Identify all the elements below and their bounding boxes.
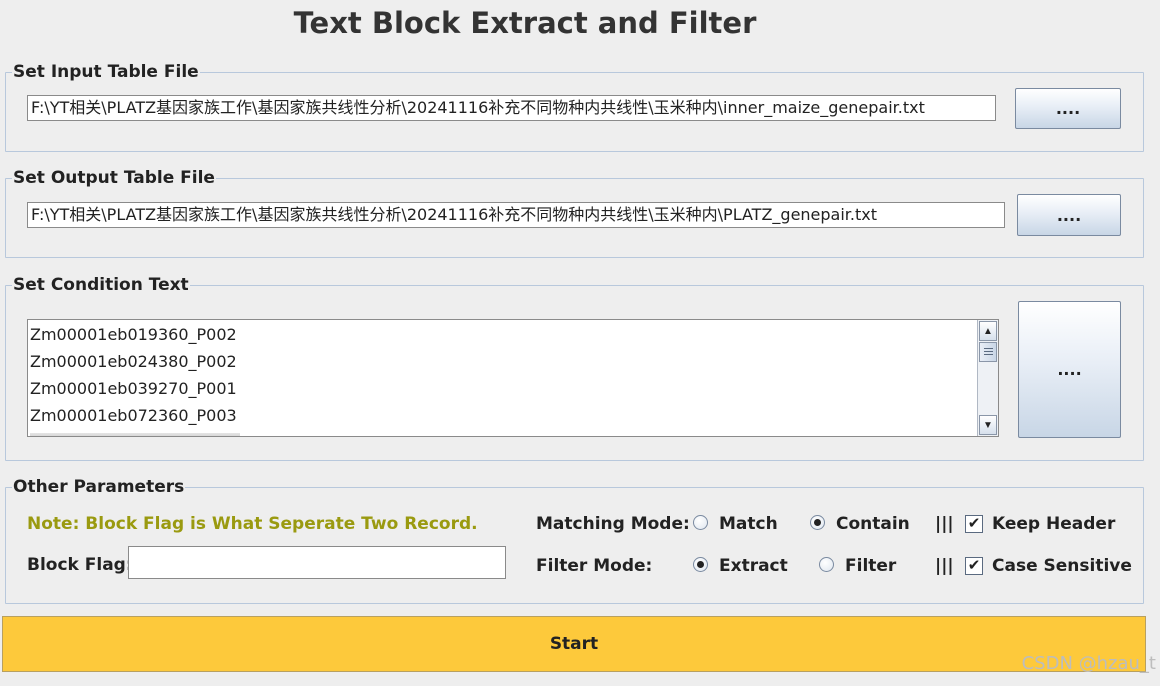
case-sensitive-label[interactable]: Case Sensitive <box>992 556 1132 576</box>
condition-text-area[interactable]: Zm00001eb019360_P002 Zm00001eb024380_P00… <box>27 319 999 437</box>
filter-radio-label[interactable]: Filter <box>845 556 896 576</box>
filter-mode-label: Filter Mode: <box>536 556 653 576</box>
filter-radio[interactable] <box>819 557 834 572</box>
scroll-thumb[interactable] <box>979 342 997 362</box>
condition-text-legend: Set Condition Text <box>13 275 189 295</box>
matching-mode-label: Matching Mode: <box>536 514 690 534</box>
case-sensitive-checkbox[interactable]: ✔ <box>965 557 983 575</box>
start-button[interactable]: Start <box>2 616 1146 672</box>
output-file-legend: Set Output Table File <box>13 168 215 188</box>
condition-scrollbar[interactable]: ▲ ▼ <box>977 320 998 436</box>
condition-line: Zm00001eb072360_P003 <box>30 406 237 425</box>
output-browse-button[interactable]: .... <box>1017 194 1121 236</box>
condition-line: Zm00001eb019360_P002 <box>30 325 237 344</box>
other-parameters-legend: Other Parameters <box>13 477 185 497</box>
extract-radio-label[interactable]: Extract <box>719 556 788 576</box>
block-flag-note: Note: Block Flag is What Seperate Two Re… <box>27 514 478 534</box>
input-browse-button[interactable]: .... <box>1015 88 1121 129</box>
contain-radio[interactable] <box>810 515 825 530</box>
output-file-path-field[interactable]: F:\YT相关\PLATZ基因家族工作\基因家族共线性分析\20241116补充… <box>27 202 1005 228</box>
keep-header-label[interactable]: Keep Header <box>992 514 1115 534</box>
scroll-up-arrow-icon[interactable]: ▲ <box>979 321 997 341</box>
block-flag-input[interactable] <box>128 546 506 579</box>
input-file-path-field[interactable]: F:\YT相关\PLATZ基因家族工作\基因家族共线性分析\20241116补充… <box>27 95 996 121</box>
match-radio-label[interactable]: Match <box>719 514 778 534</box>
extract-radio[interactable] <box>693 557 708 572</box>
block-flag-label: Block Flag: <box>27 555 133 575</box>
condition-browse-button[interactable]: .... <box>1018 301 1121 438</box>
separator: ||| <box>935 514 954 534</box>
app-title: Text Block Extract and Filter <box>293 6 757 40</box>
keep-header-checkbox[interactable]: ✔ <box>965 515 983 533</box>
condition-line-partial <box>30 433 240 436</box>
match-radio[interactable] <box>693 515 708 530</box>
watermark: CSDN @hzau_t <box>1021 653 1156 674</box>
scroll-down-arrow-icon[interactable]: ▼ <box>979 415 997 435</box>
input-file-legend: Set Input Table File <box>13 62 199 82</box>
condition-line: Zm00001eb024380_P002 <box>30 352 237 371</box>
separator: ||| <box>935 556 954 576</box>
other-parameters-section: Other Parameters <box>5 477 1144 604</box>
condition-line: Zm00001eb039270_P001 <box>30 379 237 398</box>
contain-radio-label[interactable]: Contain <box>836 514 910 534</box>
